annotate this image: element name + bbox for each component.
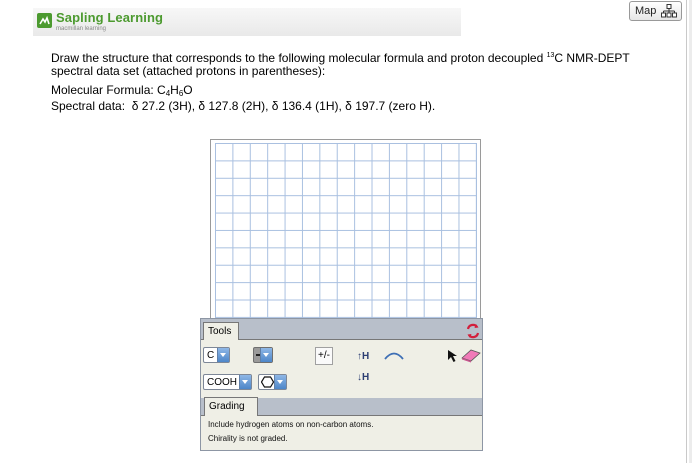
remove-hydrogen-button[interactable]: ↓H (357, 372, 369, 383)
canvas-grid[interactable] (215, 143, 477, 324)
refresh-icon[interactable] (465, 323, 481, 339)
map-button[interactable]: Map (629, 1, 682, 21)
formula-h: H (170, 83, 179, 97)
molecular-formula-line: Molecular Formula: C4H6O (51, 83, 193, 98)
spectral-data-line: Spectral data: δ 27.2 (3H), δ 127.8 (2H)… (51, 99, 435, 113)
chevron-down-icon (274, 375, 286, 389)
grading-note-hydrogen: Include hydrogen atoms on non-carbon ato… (208, 420, 374, 429)
bond-select[interactable] (253, 347, 273, 363)
tab-grading[interactable]: Grading (204, 397, 258, 416)
sapling-logo-icon (37, 13, 52, 28)
atom-select[interactable]: C (203, 347, 230, 363)
tab-tools[interactable]: Tools (203, 322, 239, 340)
sitemap-icon (661, 4, 677, 18)
grading-note-chirality: Chirality is not graded. (208, 434, 288, 443)
question-text-part1: Draw the structure that corresponds to t… (51, 51, 547, 65)
brand-name[interactable]: Sapling Learning (56, 10, 163, 25)
group-select-value: COOH (207, 377, 237, 388)
question-text: Draw the structure that corresponds to t… (51, 49, 671, 78)
atom-select-value: C (207, 350, 215, 361)
chevron-down-icon (217, 348, 229, 362)
group-select[interactable]: COOH (203, 374, 252, 390)
eraser-icon[interactable] (460, 347, 482, 363)
ring-select[interactable] (258, 374, 287, 390)
formula-label: Molecular Formula: (51, 83, 154, 97)
spectral-values: δ 27.2 (3H), δ 127.8 (2H), δ 136.4 (1H),… (131, 99, 436, 113)
drawing-canvas[interactable] (210, 139, 481, 329)
spectral-label: Spectral data: (51, 99, 126, 113)
chevron-down-icon (260, 348, 272, 362)
arrow-pointer-icon[interactable] (447, 349, 459, 363)
right-border (686, 0, 687, 463)
add-hydrogen-button[interactable]: ↑H (357, 351, 369, 362)
charge-button[interactable]: +/- (315, 347, 333, 365)
hexagon-icon (261, 376, 274, 388)
formula-c: C (157, 83, 166, 97)
bottom-strip (0, 457, 686, 463)
curved-arrow-icon[interactable] (382, 347, 406, 363)
chevron-down-icon (239, 375, 251, 389)
map-button-label: Map (635, 5, 657, 17)
formula-o: O (183, 83, 193, 97)
brand-subtitle: macmillan learning (56, 26, 107, 32)
